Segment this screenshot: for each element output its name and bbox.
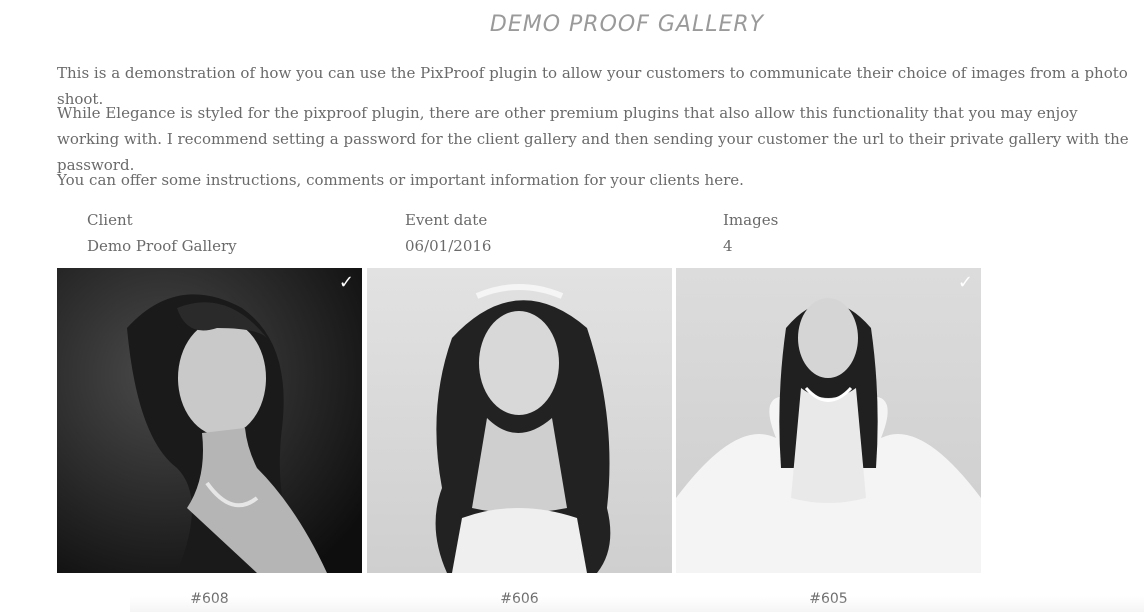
images-count: 4 xyxy=(723,237,733,255)
images-label: Images xyxy=(723,211,779,229)
event-date-value: 06/01/2016 xyxy=(405,237,492,255)
portrait-photo-icon xyxy=(676,268,981,573)
portrait-photo-icon xyxy=(367,268,672,573)
event-date-label: Event date xyxy=(405,211,488,229)
client-label: Client xyxy=(87,211,133,229)
client-value: Demo Proof Gallery xyxy=(87,237,237,255)
portrait-photo-icon xyxy=(57,268,362,573)
gallery-image-605[interactable]: ✓ xyxy=(676,268,981,573)
selected-check-icon[interactable]: ✓ xyxy=(339,272,354,293)
gallery-image-606[interactable] xyxy=(367,268,672,573)
bottom-fade xyxy=(130,596,1144,612)
page-title: DEMO PROOF GALLERY xyxy=(489,12,765,37)
gallery-image-608[interactable]: ✓ xyxy=(57,268,362,573)
instructions-paragraph: You can offer some instructions, comment… xyxy=(57,171,744,189)
selected-check-icon[interactable]: ✓ xyxy=(958,272,973,293)
